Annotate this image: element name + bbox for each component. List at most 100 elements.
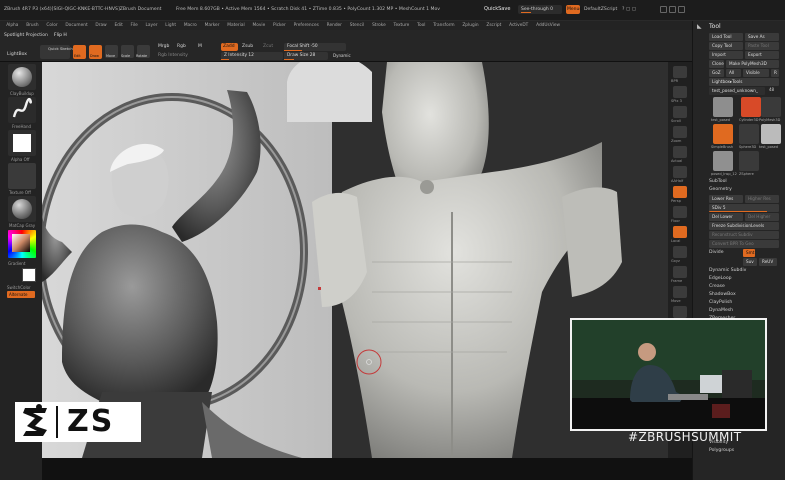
- bpr-icon[interactable]: [673, 66, 687, 78]
- tool-thumb-3[interactable]: [713, 124, 733, 144]
- color-swatch-square[interactable]: [12, 234, 30, 252]
- subtool-section[interactable]: SubTool: [709, 179, 727, 184]
- default-zscript-button[interactable]: DefaultZScript: [584, 7, 617, 12]
- suv-toggle[interactable]: Suv: [743, 258, 757, 266]
- layout-icon[interactable]: [669, 6, 676, 13]
- tool-thumb-7[interactable]: [739, 151, 759, 171]
- aahalf-icon[interactable]: [673, 166, 687, 178]
- section-edgeloop[interactable]: EdgeLoop: [709, 276, 732, 281]
- texture-selector[interactable]: [8, 163, 36, 189]
- lightbox-tools-button[interactable]: Lightbox▸Tools: [709, 78, 779, 86]
- material-selector[interactable]: [8, 196, 36, 222]
- make-polymesh-button[interactable]: Make PolyMesh3D: [726, 60, 779, 68]
- menu-tool[interactable]: Tool: [417, 23, 425, 28]
- section-dynamesh[interactable]: DynaMesh: [709, 308, 733, 313]
- brush-selector[interactable]: [8, 64, 36, 90]
- menu-addusview[interactable]: AddUsView: [536, 23, 560, 28]
- switch-color-button[interactable]: SwitchColor: [7, 285, 31, 290]
- spotlight-projection-button[interactable]: Spotlight Projection: [4, 33, 48, 38]
- alpha-selector[interactable]: [8, 130, 36, 156]
- menu-color[interactable]: Color: [46, 23, 57, 28]
- menu-stencil[interactable]: Stencil: [350, 23, 365, 28]
- secondary-color-swatch[interactable]: [22, 268, 36, 282]
- scroll-icon[interactable]: [673, 106, 687, 118]
- freeze-subdiv-button[interactable]: Freeze SubdivisionLevels: [709, 222, 779, 230]
- gradient-toggle[interactable]: Gradient: [8, 261, 25, 266]
- menu-preferences[interactable]: Preferences: [294, 23, 319, 28]
- reuv-button[interactable]: ReUV: [759, 258, 777, 266]
- flip-h-button[interactable]: Flip H: [54, 33, 67, 38]
- menu-brush[interactable]: Brush: [26, 23, 38, 28]
- layout-icon[interactable]: [678, 6, 685, 13]
- menu-movie[interactable]: Movie: [253, 23, 266, 28]
- zsub-button[interactable]: Zsub: [242, 44, 253, 49]
- see-through-slider[interactable]: See-through 0: [518, 5, 562, 14]
- menu-file[interactable]: File: [131, 23, 138, 28]
- geometry-section[interactable]: Geometry: [709, 187, 732, 192]
- menu-picker[interactable]: Picker: [273, 23, 286, 28]
- menu-render[interactable]: Render: [327, 23, 342, 28]
- import-button[interactable]: Import: [709, 51, 743, 59]
- paste-tool-button[interactable]: Paste Tool: [745, 42, 779, 50]
- all-button[interactable]: All: [726, 69, 741, 77]
- convert-bpr-button[interactable]: Convert BPR To Geo: [709, 240, 779, 248]
- frame-icon[interactable]: [673, 266, 687, 278]
- actual-icon[interactable]: [673, 146, 687, 158]
- tool-thumb-2[interactable]: [761, 97, 781, 117]
- menu-document[interactable]: Document: [65, 23, 87, 28]
- draw-size-slider[interactable]: Draw Size 28: [284, 52, 328, 60]
- menu-light[interactable]: Light: [165, 23, 176, 28]
- color-picker[interactable]: [8, 230, 36, 258]
- divide-button[interactable]: Divide: [709, 250, 724, 255]
- tool-thumb-0[interactable]: [713, 97, 733, 117]
- gxyz-icon[interactable]: [673, 246, 687, 258]
- persp-icon[interactable]: [673, 186, 687, 198]
- sdiv-slider[interactable]: SDiv 5: [709, 204, 779, 212]
- r-button[interactable]: R: [771, 69, 779, 77]
- section-dynamic-subdiv[interactable]: Dynamic Subdiv: [709, 268, 746, 273]
- zadd-button[interactable]: Zadd: [221, 43, 238, 51]
- tool-thumb-1[interactable]: [741, 97, 761, 117]
- section-shadowbox[interactable]: ShadowBox: [709, 292, 736, 297]
- stroke-selector[interactable]: [8, 97, 36, 123]
- menu-alpha[interactable]: Alpha: [6, 23, 18, 28]
- menus-button[interactable]: Menus: [566, 5, 582, 14]
- spix-icon[interactable]: [673, 86, 687, 98]
- menu-macro[interactable]: Macro: [184, 23, 197, 28]
- quicksave-button[interactable]: QuickSave: [484, 6, 510, 12]
- reconstruct-subdiv-button[interactable]: Reconstruct Subdiv: [709, 231, 779, 239]
- menu-layer[interactable]: Layer: [146, 23, 158, 28]
- lightbox-button[interactable]: LightBox: [7, 52, 27, 57]
- save-as-button[interactable]: Save As: [745, 33, 779, 41]
- floor-icon[interactable]: [673, 206, 687, 218]
- quick-sketch-button[interactable]: Quick Sketch: [40, 45, 73, 59]
- m-button[interactable]: M: [198, 44, 202, 49]
- menu-activedt[interactable]: ActiveDT: [509, 23, 528, 28]
- menu-edit[interactable]: Edit: [114, 23, 122, 28]
- menu-marker[interactable]: Marker: [205, 23, 220, 28]
- rgb-intensity-slider[interactable]: Rgb Intensity: [158, 53, 188, 58]
- window-controls[interactable]: ? ▢ ▢: [622, 7, 636, 12]
- copy-tool-button[interactable]: Copy Tool: [709, 42, 743, 50]
- higher-res-button[interactable]: Higher Res: [745, 195, 779, 203]
- menu-material[interactable]: Material: [227, 23, 244, 28]
- alternate-button[interactable]: Alternate: [7, 291, 35, 298]
- dynamic-button[interactable]: Dynamic: [333, 53, 351, 58]
- lower-res-button[interactable]: Lower Res: [709, 195, 743, 203]
- menu-zscript[interactable]: Zscript: [486, 23, 501, 28]
- menu-stroke[interactable]: Stroke: [372, 23, 386, 28]
- focal-shift-slider[interactable]: Focal Shift -50: [284, 43, 346, 51]
- z-intensity-slider[interactable]: Z Intensity 12: [221, 52, 283, 60]
- section-claypolish[interactable]: ClayPolish: [709, 300, 732, 305]
- del-lower-button[interactable]: Del Lower: [709, 213, 743, 221]
- visible-button[interactable]: Visible: [743, 69, 769, 77]
- palette-collapse-icon[interactable]: ◣: [697, 23, 702, 30]
- current-tool-name[interactable]: test_posed_unknown_: [709, 87, 765, 95]
- tool-thumb-6[interactable]: [713, 151, 733, 171]
- zoom-icon[interactable]: [673, 126, 687, 138]
- smt-toggle[interactable]: Smt: [743, 249, 755, 257]
- zcut-button[interactable]: Zcut: [263, 44, 273, 49]
- menu-transform[interactable]: Transform: [433, 23, 454, 28]
- layout-icons[interactable]: [660, 6, 700, 14]
- del-higher-button[interactable]: Del Higher: [745, 213, 779, 221]
